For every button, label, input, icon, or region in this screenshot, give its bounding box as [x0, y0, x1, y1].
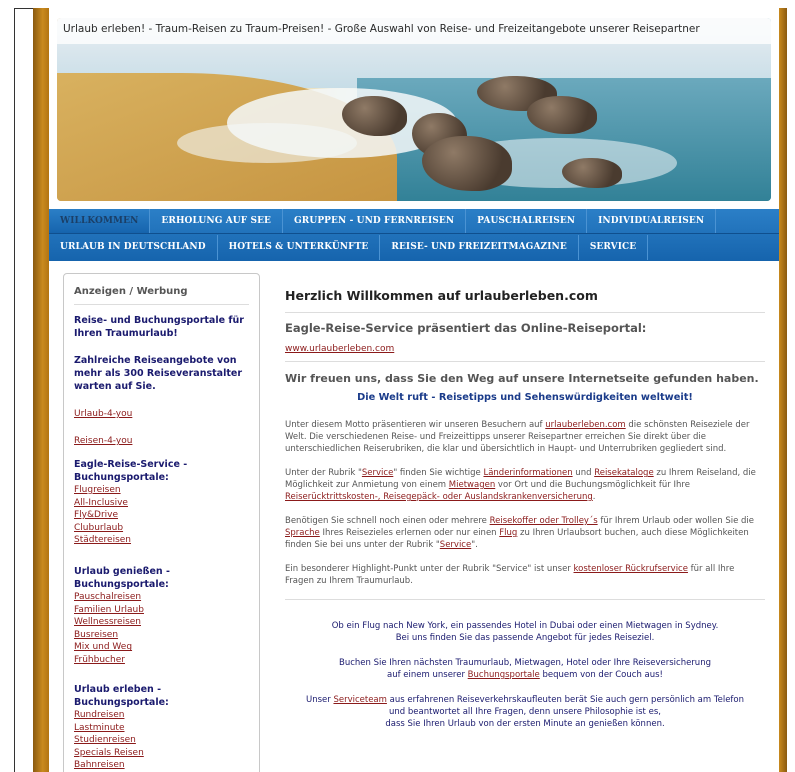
sidebar-link-urlaub-4-you[interactable]: Urlaub-4-you [74, 408, 132, 421]
motto-heading: Die Welt ruft - Reisetipps und Sehenswür… [357, 392, 693, 403]
page-title: Herzlich Willkommen auf urlauberleben.co… [285, 288, 765, 313]
sidebar-link[interactable]: Familien Urlaub [74, 604, 254, 617]
sidebar-link[interactable]: Flugreisen [74, 484, 254, 497]
sidebar-link-reisen-4-you[interactable]: Reisen-4-you [74, 435, 132, 448]
welcome-heading: Wir freuen uns, dass Sie den Weg auf uns… [285, 372, 759, 385]
sidebar-link[interactable]: Pauschalreisen [74, 591, 254, 604]
laenderinformationen-link[interactable]: Länderinformationen [483, 468, 572, 478]
nav-item-pauschalreisen[interactable]: PAUSCHALREISEN [466, 209, 588, 233]
nav-row-1: WILLKOMMEN ERHOLUNG AUF SEE GRUPPEN - UN… [49, 209, 779, 234]
sidebar-ads: Anzeigen / Werbung Reise- und Buchungspo… [63, 273, 260, 772]
divider [285, 599, 765, 600]
nav-row-2: URLAUB IN DEUTSCHLAND HOTELS & UNTERKÜNF… [49, 235, 779, 260]
serviceteam-link[interactable]: Serviceteam [333, 695, 386, 705]
versicherung-link[interactable]: Reiserücktrittskosten-, Reisegepäck- ode… [285, 492, 593, 502]
sidebar-link[interactable]: Specials Reisen [74, 747, 254, 760]
nav-item-hotels-unterkuenfte[interactable]: HOTELS & UNTERKÜNFTE [218, 235, 381, 260]
booking-paragraph: Buchen Sie Ihren nächsten Traumurlaub, M… [339, 658, 711, 680]
sidebar-link[interactable]: Frühbucher [74, 654, 254, 667]
sidebar-link[interactable]: Bahnreisen [74, 759, 254, 772]
main-content: Herzlich Willkommen auf urlauberleben.co… [285, 288, 765, 743]
sidebar-link[interactable]: Wellnessreisen [74, 616, 254, 629]
nav-item-individualreisen[interactable]: INDIVIDUALREISEN [587, 209, 717, 233]
sidebar-intro-portals: Reise- und Buchungsportale für Ihren Tra… [74, 315, 244, 339]
callback-paragraph: Ein besonderer Highlight-Punkt unter der… [285, 564, 735, 586]
sidebar-link[interactable]: Cluburlaub [74, 522, 254, 535]
sidebar-link[interactable]: Studienreisen [74, 734, 254, 747]
luggage-paragraph: Benötigen Sie schnell noch einen oder me… [285, 516, 754, 550]
sidebar-link[interactable]: Busreisen [74, 629, 254, 642]
offer-paragraph: Ob ein Flug nach New York, ein passendes… [331, 621, 719, 643]
service-link[interactable]: Service [440, 540, 471, 550]
service-link[interactable]: Service [362, 468, 393, 478]
serviceteam-paragraph: Unser Serviceteam aus erfahrenen Reiseve… [305, 695, 745, 729]
sidebar-link[interactable]: All-Inclusive [74, 497, 254, 510]
sidebar-link[interactable]: Städtereisen [74, 534, 254, 547]
nav-item-willkommen[interactable]: WILLKOMMEN [49, 209, 151, 233]
left-decorative-stripe [33, 8, 49, 772]
sidebar-group-title: Eagle-Reise-Service - Buchungsportale: [74, 459, 188, 483]
mietwagen-link[interactable]: Mietwagen [449, 480, 495, 490]
site-url-link[interactable]: www.urlauberleben.com [285, 344, 765, 362]
service-paragraph: Unter der Rubrik "Service" finden Sie wi… [285, 468, 756, 502]
intro-paragraph: Unter diesem Motto präsentieren wir unse… [285, 420, 750, 454]
sidebar-group-title: Urlaub genießen - Buchungsportale: [74, 566, 170, 590]
banner-tagline: Urlaub erleben! - Traum-Reisen zu Traum-… [57, 18, 771, 44]
page-subtitle: Eagle-Reise-Service präsentiert das Onli… [285, 321, 647, 335]
sidebar-group-erleben: Urlaub erleben - Buchungsportale: Rundre… [74, 683, 254, 772]
main-navigation: WILLKOMMEN ERHOLUNG AUF SEE GRUPPEN - UN… [49, 209, 779, 261]
sidebar-group-geniessen: Urlaub genießen - Buchungsportale: Pausc… [74, 565, 254, 667]
banner-wave-foam [177, 123, 357, 163]
rueckrufservice-link[interactable]: kostenloser Rückrufservice [574, 564, 688, 574]
nav-item-reise-freizeitmagazine[interactable]: REISE- UND FREIZEITMAGAZINE [380, 235, 579, 260]
sidebar-link[interactable]: Fly&Drive [74, 509, 254, 522]
buchungsportale-link[interactable]: Buchungsportale [468, 670, 540, 680]
sidebar-group-title: Urlaub erleben - Buchungsportale: [74, 684, 169, 708]
right-decorative-stripe [779, 8, 787, 772]
nav-item-service[interactable]: SERVICE [579, 235, 649, 260]
sidebar-heading: Anzeigen / Werbung [74, 286, 249, 305]
sidebar-link[interactable]: Mix und Weg [74, 641, 254, 654]
sidebar-link[interactable]: Rundreisen [74, 709, 254, 722]
sprache-link[interactable]: Sprache [285, 528, 320, 538]
flug-link[interactable]: Flug [499, 528, 517, 538]
header-banner-image: Urlaub erleben! - Traum-Reisen zu Traum-… [57, 18, 771, 201]
nav-item-gruppen-fernreisen[interactable]: GRUPPEN - UND FERNREISEN [283, 209, 467, 233]
nav-item-urlaub-in-deutschland[interactable]: URLAUB IN DEUTSCHLAND [49, 235, 218, 260]
sidebar-link[interactable]: Lastminute [74, 722, 254, 735]
nav-item-erholung-auf-see[interactable]: ERHOLUNG AUF SEE [150, 209, 283, 233]
sidebar-group-eagle: Eagle-Reise-Service - Buchungsportale: F… [74, 458, 254, 547]
reisekoffer-link[interactable]: Reisekoffer oder Trolley´s [490, 516, 598, 526]
urlauberleben-link[interactable]: urlauberleben.com [545, 420, 625, 430]
reisekataloge-link[interactable]: Reisekataloge [594, 468, 653, 478]
sidebar-intro-offers: Zahlreiche Reiseangebote von mehr als 30… [74, 355, 243, 392]
page-container: Urlaub erleben! - Traum-Reisen zu Traum-… [49, 8, 779, 772]
